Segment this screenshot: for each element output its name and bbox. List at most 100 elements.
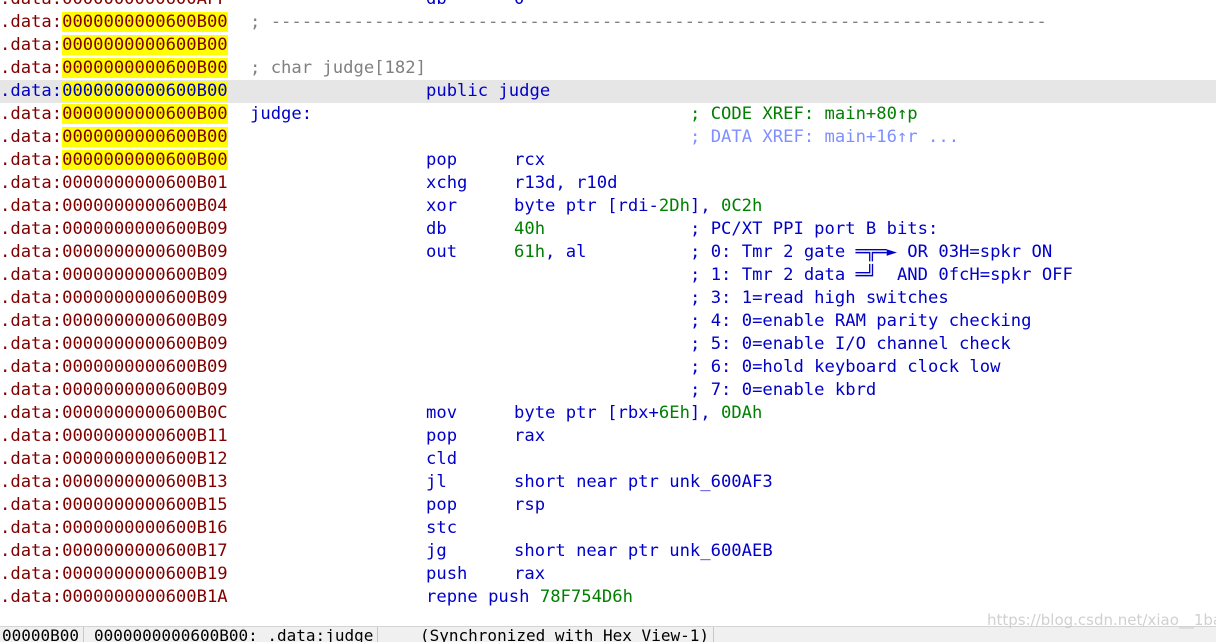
instruction-mnemonic[interactable]: pop <box>426 494 457 517</box>
segment-address[interactable]: .data:0000000000600B1A <box>0 586 228 609</box>
segment-address[interactable]: .data:0000000000600B09 <box>0 218 228 241</box>
instruction-mnemonic[interactable]: cld <box>426 448 457 471</box>
address-value[interactable]: 0000000000600B15 <box>62 495 228 515</box>
listing-line[interactable]: .data:0000000000600B00 <box>0 34 1216 57</box>
segment-address[interactable]: .data:0000000000600B09 <box>0 356 228 379</box>
address-value[interactable]: 0000000000600B04 <box>62 196 228 216</box>
address-value[interactable]: 0000000000600B00 <box>62 127 228 147</box>
listing-line[interactable]: .data:0000000000600B01 xchg r13d, r10d <box>0 172 1216 195</box>
instruction-operands[interactable]: r13d, r10d <box>514 172 617 195</box>
listing-line[interactable]: .data:0000000000600B0C mov byte ptr [rbx+6… <box>0 402 1216 425</box>
address-value[interactable]: 0000000000600B00 <box>62 150 228 170</box>
segment-address[interactable]: .data:0000000000600B11 <box>0 425 228 448</box>
listing-line[interactable]: .data:0000000000600B12 cld <box>0 448 1216 471</box>
immediate-value[interactable]: 61h <box>514 242 545 262</box>
instruction-operands[interactable]: 0 <box>514 0 524 11</box>
segment-address[interactable]: .data:0000000000600B19 <box>0 563 228 586</box>
instruction-operands[interactable]: rax <box>514 425 545 448</box>
listing-line[interactable]: .data:0000000000600B17 jg short near ptr u… <box>0 540 1216 563</box>
instruction-mnemonic[interactable]: db <box>426 0 447 11</box>
code-xref-comment[interactable]: ; CODE XREF: main+80↑p <box>690 103 918 126</box>
segment-address[interactable]: .data:0000000000600AFF <box>0 0 228 11</box>
listing-line[interactable]: .data:0000000000600B16 stc <box>0 517 1216 540</box>
address-value[interactable]: 0000000000600B0C <box>62 403 228 423</box>
address-value[interactable]: 0000000000600B16 <box>62 518 228 538</box>
listing-line[interactable]: .data:0000000000600B19 push rax <box>0 563 1216 586</box>
address-value[interactable]: 0000000000600AFF <box>62 0 228 9</box>
address-value[interactable]: 0000000000600B09 <box>62 357 228 377</box>
code-label[interactable]: judge: <box>250 103 312 126</box>
address-value[interactable]: 0000000000600B09 <box>62 288 228 308</box>
address-value[interactable]: 0000000000600B09 <box>62 334 228 354</box>
address-value[interactable]: 0000000000600B17 <box>62 541 228 561</box>
disassembly-listing[interactable]: .data:0000000000600AFFdb0.data:000000000… <box>0 0 1216 620</box>
segment-address[interactable]: .data:0000000000600B00 <box>0 126 228 149</box>
instruction-operands[interactable]: 61h, al <box>514 241 586 264</box>
segment-address[interactable]: .data:0000000000600B13 <box>0 471 228 494</box>
listing-line[interactable]: .data:0000000000600B1A repne push 78F754D… <box>0 586 1216 609</box>
instruction-mnemonic[interactable]: db <box>426 218 447 241</box>
segment-address[interactable]: .data:0000000000600B15 <box>0 494 228 517</box>
instruction-mnemonic[interactable]: xchg <box>426 172 467 195</box>
listing-line[interactable]: .data:0000000000600B09 ; 6: 0=hold keyboa… <box>0 356 1216 379</box>
listing-line[interactable]: .data:0000000000600B13 jl short near ptr u… <box>0 471 1216 494</box>
address-value[interactable]: 0000000000600B00 <box>62 12 228 32</box>
immediate-value[interactable]: 78F754D6h <box>540 587 633 607</box>
address-value[interactable]: 0000000000600B09 <box>62 380 228 400</box>
listing-line[interactable]: .data:0000000000600B15 pop rsp <box>0 494 1216 517</box>
address-value[interactable]: 0000000000600B1A <box>62 587 228 607</box>
segment-address[interactable]: .data:0000000000600B09 <box>0 310 228 333</box>
listing-line[interactable]: .data:0000000000600B09 ; 4: 0=enable RAM … <box>0 310 1216 333</box>
instruction-mnemonic[interactable]: mov <box>426 402 457 425</box>
listing-line[interactable]: .data:0000000000600B09 ; 3: 1=read high s… <box>0 287 1216 310</box>
address-value[interactable]: 0000000000600B00 <box>62 35 228 55</box>
instruction-mnemonic[interactable]: out <box>426 241 457 264</box>
listing-line[interactable]: .data:0000000000600B09 ; 7: 0=enable kbrd <box>0 379 1216 402</box>
instruction-operands[interactable]: short near ptr unk_600AEB <box>514 540 773 563</box>
segment-address[interactable]: .data:0000000000600B09 <box>0 333 228 356</box>
listing-line[interactable]: .data:0000000000600B09 ; 1: Tmr 2 data ═╝… <box>0 264 1216 287</box>
immediate-value[interactable]: 6Eh <box>659 403 690 423</box>
instruction-operands[interactable]: byte ptr [rbx+6Eh], 0DAh <box>514 402 762 425</box>
address-value[interactable]: 0000000000600B12 <box>62 449 228 469</box>
instruction-operands[interactable]: short near ptr unk_600AF3 <box>514 471 773 494</box>
instruction-operands[interactable]: rcx <box>514 149 545 172</box>
address-value[interactable]: 0000000000600B00 <box>62 58 228 78</box>
segment-address[interactable]: .data:0000000000600B00 <box>0 103 228 126</box>
instruction-mnemonic[interactable]: xor <box>426 195 457 218</box>
listing-line[interactable]: .data:0000000000600B09 ; 5: 0=enable I/O … <box>0 333 1216 356</box>
listing-line[interactable]: .data:0000000000600B00 ; ----------------… <box>0 11 1216 34</box>
listing-line[interactable]: .data:0000000000600B09 out 61h, al ; 0: Tmr… <box>0 241 1216 264</box>
instruction-mnemonic[interactable]: jg <box>426 540 447 563</box>
address-value[interactable]: 0000000000600B00 <box>62 81 228 101</box>
listing-line[interactable]: .data:0000000000600B00 public judge <box>0 80 1216 103</box>
segment-address[interactable]: .data:0000000000600B00 <box>0 34 228 57</box>
segment-address[interactable]: .data:0000000000600B04 <box>0 195 228 218</box>
segment-address[interactable]: .data:0000000000600B12 <box>0 448 228 471</box>
listing-line[interactable]: .data:0000000000600B00 ; char judge[182] <box>0 57 1216 80</box>
address-value[interactable]: 0000000000600B13 <box>62 472 228 492</box>
segment-address[interactable]: .data:0000000000600B09 <box>0 241 228 264</box>
segment-address[interactable]: .data:0000000000600B00 <box>0 80 228 103</box>
immediate-value[interactable]: 0C2h <box>721 196 762 216</box>
listing-line[interactable]: .data:0000000000600B00 judge: ; CODE XREF:… <box>0 103 1216 126</box>
instruction-mnemonic[interactable]: jl <box>426 471 447 494</box>
address-value[interactable]: 0000000000600B09 <box>62 219 228 239</box>
listing-line[interactable]: .data:0000000000600B00 ; DATA XREF: main+… <box>0 126 1216 149</box>
address-value[interactable]: 0000000000600B01 <box>62 173 228 193</box>
instruction-mnemonic[interactable]: stc <box>426 517 457 540</box>
listing-line[interactable]: .data:0000000000600B09 db 40h ; PC/XT PPI p… <box>0 218 1216 241</box>
address-value[interactable]: 0000000000600B09 <box>62 242 228 262</box>
segment-address[interactable]: .data:0000000000600B0C <box>0 402 228 425</box>
segment-address[interactable]: .data:0000000000600B09 <box>0 264 228 287</box>
instruction-mnemonic[interactable]: pop <box>426 149 457 172</box>
instruction-mnemonic[interactable]: public judge <box>426 80 550 103</box>
segment-address[interactable]: .data:0000000000600B00 <box>0 11 228 34</box>
instruction-operands[interactable]: rsp <box>514 494 545 517</box>
listing-line[interactable]: .data:0000000000600B11 pop rax <box>0 425 1216 448</box>
segment-address[interactable]: .data:0000000000600B09 <box>0 287 228 310</box>
segment-address[interactable]: .data:0000000000600B00 <box>0 57 228 80</box>
immediate-value[interactable]: 2Dh <box>659 196 690 216</box>
address-value[interactable]: 0000000000600B11 <box>62 426 228 446</box>
immediate-value[interactable]: 40h <box>514 219 545 239</box>
